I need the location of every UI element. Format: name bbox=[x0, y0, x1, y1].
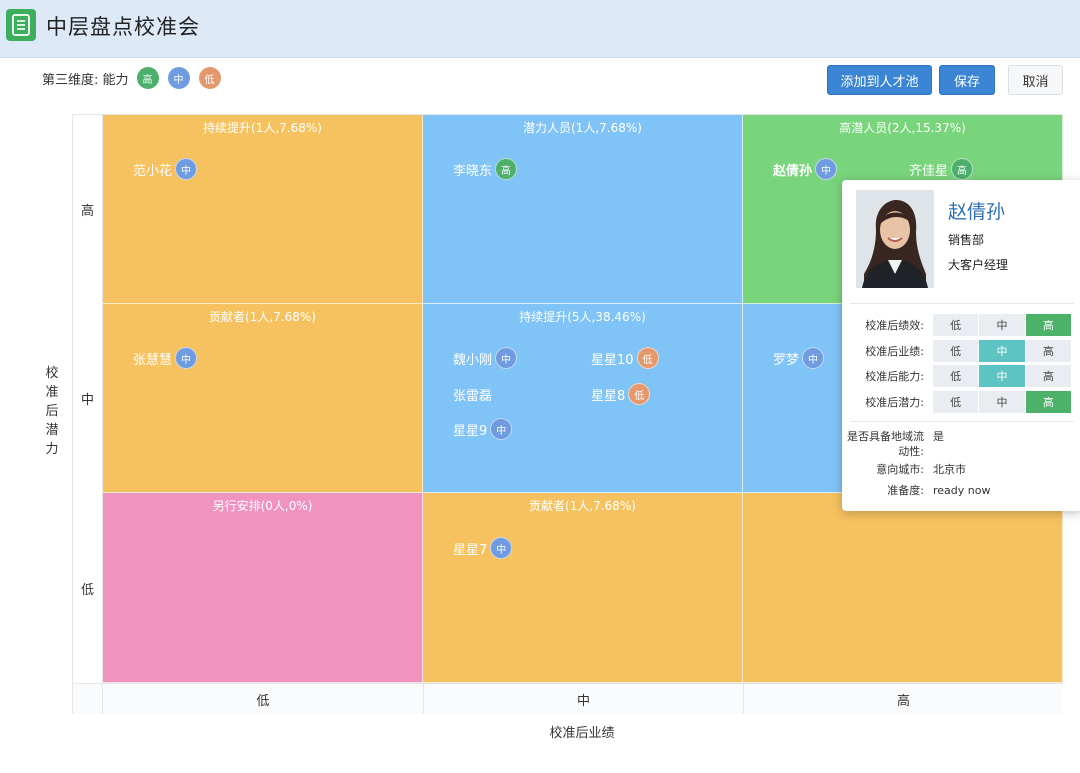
rating-label: 校准后能力: bbox=[865, 370, 924, 383]
document-icon bbox=[6, 9, 36, 41]
y-level-low: 低 bbox=[73, 493, 103, 683]
grid-cell-low-mid[interactable]: 贡献者(1人,7.68%) 星星7 中 bbox=[423, 493, 743, 683]
level-badge-high: 高 bbox=[136, 67, 159, 89]
rating-option-mid[interactable]: 中 bbox=[979, 340, 1025, 362]
person-chip[interactable]: 张雷磊 bbox=[453, 383, 495, 405]
rating-option-high[interactable]: 高 bbox=[1025, 340, 1071, 362]
person-chip[interactable]: 星星8 低 bbox=[591, 383, 651, 405]
divider bbox=[850, 303, 1074, 304]
rating-row-results: 校准后业绩: 低 中 高 bbox=[842, 340, 1080, 362]
person-chip[interactable]: 星星7 中 bbox=[453, 537, 513, 559]
level-badge: 低 bbox=[636, 347, 659, 369]
level-badge: 中 bbox=[815, 158, 838, 180]
level-badge: 中 bbox=[802, 347, 825, 369]
info-value: 是 bbox=[933, 430, 944, 443]
rating-selector: 低 中 高 bbox=[933, 391, 1072, 413]
rating-selector: 低 中 高 bbox=[933, 340, 1072, 362]
grid-cell-high-low[interactable]: 持续提升(1人,7.68%) 范小花 中 bbox=[103, 115, 423, 304]
cell-title: 贡献者(1人,7.68%) bbox=[529, 499, 636, 513]
rating-option-high[interactable]: 高 bbox=[1025, 391, 1071, 413]
level-badge: 中 bbox=[490, 537, 513, 559]
info-label: 准备度: bbox=[887, 484, 924, 497]
page-title: 中层盘点校准会 bbox=[46, 15, 200, 39]
dimension-legend: 第三维度: 能力 高 中 低 bbox=[42, 66, 230, 90]
x-level-high: 高 bbox=[743, 683, 1063, 714]
add-to-talent-pool-button[interactable]: 添加到人才池 bbox=[827, 65, 932, 95]
app-header: 中层盘点校准会 bbox=[0, 0, 1080, 58]
person-chip[interactable]: 星星10 低 bbox=[591, 347, 659, 369]
person-chip[interactable]: 星星9 中 bbox=[453, 418, 513, 440]
y-axis-title: 校 准 后 潜 力 bbox=[45, 366, 59, 457]
dimension-label: 第三维度: 能力 bbox=[42, 72, 129, 88]
cell-title: 持续提升(5人,38.46%) bbox=[519, 310, 646, 324]
grid-cell-low-low[interactable]: 另行安排(0人,0%) bbox=[103, 493, 423, 683]
person-chip[interactable]: 赵倩孙 中 bbox=[773, 158, 838, 180]
rating-option-low[interactable]: 低 bbox=[933, 340, 979, 362]
rating-option-high[interactable]: 高 bbox=[1025, 365, 1071, 387]
x-level-mid: 中 bbox=[423, 683, 743, 714]
person-chip[interactable]: 罗梦 中 bbox=[773, 347, 825, 369]
cell-title: 持续提升(1人,7.68%) bbox=[203, 121, 322, 135]
rating-option-low[interactable]: 低 bbox=[933, 365, 979, 387]
profile-department: 销售部 bbox=[948, 233, 985, 247]
person-chip[interactable]: 齐佳星 高 bbox=[909, 158, 974, 180]
level-badge-mid: 中 bbox=[167, 67, 190, 89]
divider bbox=[850, 421, 1074, 422]
level-badge: 中 bbox=[490, 418, 513, 440]
cell-title: 潜力人员(1人,7.68%) bbox=[523, 121, 642, 135]
level-badge: 高 bbox=[495, 158, 518, 180]
rating-label: 校准后业绩: bbox=[865, 345, 924, 358]
rating-selector: 低 中 高 bbox=[933, 365, 1072, 387]
info-value: ready now bbox=[933, 484, 991, 497]
rating-option-mid[interactable]: 中 bbox=[979, 391, 1025, 413]
profile-name: 赵倩孙 bbox=[948, 201, 1006, 223]
x-level-low: 低 bbox=[103, 683, 423, 714]
grid-cell-mid-low[interactable]: 贡献者(1人,7.68%) 张慧慧 中 bbox=[103, 304, 423, 493]
rating-row-potential: 校准后潜力: 低 中 高 bbox=[842, 391, 1080, 413]
grid-cell-low-high[interactable] bbox=[743, 493, 1063, 683]
grid-cell-high-mid[interactable]: 潜力人员(1人,7.68%) 李晓东 高 bbox=[423, 115, 743, 304]
level-badge: 低 bbox=[628, 383, 651, 405]
cell-title: 贡献者(1人,7.68%) bbox=[209, 310, 316, 324]
rating-label: 校准后绩效: bbox=[865, 319, 924, 332]
save-button[interactable]: 保存 bbox=[939, 65, 995, 95]
rating-selector: 低 中 高 bbox=[933, 314, 1072, 336]
person-chip[interactable]: 张慧慧 中 bbox=[133, 347, 198, 369]
grid-cell-mid-mid[interactable]: 持续提升(5人,38.46%) 魏小刚 中 星星10 低 张雷磊 星星8 低 星… bbox=[423, 304, 743, 493]
rating-option-low[interactable]: 低 bbox=[933, 314, 979, 336]
level-badge-low: 低 bbox=[198, 67, 221, 89]
level-badge: 高 bbox=[951, 158, 974, 180]
info-label: 意向城市: bbox=[876, 463, 924, 476]
avatar bbox=[856, 190, 934, 288]
person-chip[interactable]: 范小花 中 bbox=[133, 158, 198, 180]
cancel-button[interactable]: 取消 bbox=[1008, 65, 1063, 95]
rating-row-performance: 校准后绩效: 低 中 高 bbox=[842, 314, 1080, 336]
person-chip[interactable]: 李晓东 高 bbox=[453, 158, 518, 180]
rating-label: 校准后潜力: bbox=[865, 396, 924, 409]
level-badge: 中 bbox=[175, 158, 198, 180]
y-level-high: 高 bbox=[73, 115, 103, 304]
y-level-mid: 中 bbox=[73, 304, 103, 493]
info-label: 是否具备地域流动性: bbox=[847, 430, 924, 458]
rating-option-high[interactable]: 高 bbox=[1025, 314, 1071, 336]
x-axis-title: 校准后业绩 bbox=[549, 726, 615, 741]
rating-option-mid[interactable]: 中 bbox=[979, 314, 1025, 336]
employee-profile-popup: 赵倩孙 销售部 大客户经理 校准后绩效: 低 中 高 校准后业绩: 低 中 高 … bbox=[842, 180, 1080, 511]
level-badge: 中 bbox=[495, 347, 518, 369]
grid-corner bbox=[73, 683, 103, 714]
rating-option-mid[interactable]: 中 bbox=[979, 365, 1025, 387]
cell-title: 高潜人员(2人,15.37%) bbox=[839, 121, 966, 135]
level-badge: 中 bbox=[175, 347, 198, 369]
rating-option-low[interactable]: 低 bbox=[933, 391, 979, 413]
cell-title: 另行安排(0人,0%) bbox=[212, 499, 313, 513]
person-chip[interactable]: 魏小刚 中 bbox=[453, 347, 518, 369]
info-value: 北京市 bbox=[933, 463, 966, 476]
rating-row-ability: 校准后能力: 低 中 高 bbox=[842, 365, 1080, 387]
profile-role: 大客户经理 bbox=[948, 258, 1009, 272]
